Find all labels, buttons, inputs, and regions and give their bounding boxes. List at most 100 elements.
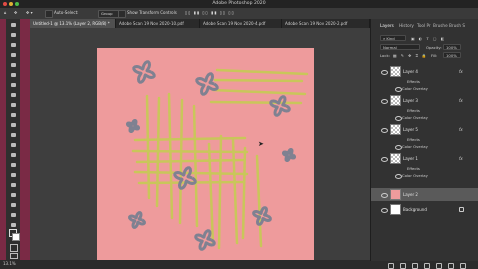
eye-icon[interactable] <box>381 99 388 104</box>
eye-icon[interactable] <box>395 116 402 121</box>
fx-icon[interactable]: fx <box>459 98 463 103</box>
eye-icon[interactable] <box>381 193 388 198</box>
new-group-icon[interactable] <box>436 263 442 269</box>
move-tool-icon[interactable]: ✥ <box>14 10 17 15</box>
layer-name: Layer 1 <box>403 156 418 161</box>
lasso-tool-icon[interactable] <box>8 42 18 48</box>
stroke-line <box>231 138 239 245</box>
squiggle-shape <box>194 229 216 251</box>
auto-select-dropdown[interactable]: Group <box>98 10 120 18</box>
dodge-tool-icon[interactable] <box>8 162 18 168</box>
type-tool-icon[interactable] <box>8 182 18 188</box>
fx-icon[interactable]: fx <box>459 156 463 161</box>
stroke-line <box>155 96 161 208</box>
delete-layer-icon[interactable] <box>460 263 466 269</box>
minimize-window-button[interactable] <box>9 1 13 6</box>
tab-brushes[interactable]: Brushe <box>433 23 448 28</box>
fx-icon[interactable]: fx <box>459 127 463 132</box>
eraser-tool-icon[interactable] <box>8 132 18 138</box>
layer-thumbnail <box>390 153 401 164</box>
tab-tool-presets[interactable]: Tool Pr <box>417 23 431 28</box>
effect-color-overlay: Color Overlay <box>402 144 428 149</box>
document-canvas[interactable] <box>97 48 314 265</box>
fill-input[interactable]: 100% <box>443 52 461 58</box>
layer-filter-dropdown[interactable]: ⌕ Kind <box>380 35 406 41</box>
layer-row-layer-1[interactable]: Layer 1 fx <box>371 152 478 165</box>
background-color-swatch[interactable] <box>12 233 20 241</box>
layer-row-layer-5[interactable]: Layer 5 fx <box>371 123 478 136</box>
zoom-tool-icon[interactable] <box>8 222 18 228</box>
move-tool-preset-icon[interactable]: ✥ ▾ <box>26 10 33 15</box>
squiggle-shape <box>282 148 296 162</box>
quick-select-tool-icon[interactable] <box>8 52 18 58</box>
blend-mode-dropdown[interactable]: Normal <box>380 44 420 50</box>
layer-row-layer-3[interactable]: Layer 3 fx <box>371 94 478 107</box>
zoom-level[interactable]: 13.1% <box>3 261 16 266</box>
stroke-line <box>215 68 309 76</box>
shape-tool-icon[interactable] <box>8 202 18 208</box>
gradient-tool-icon[interactable] <box>8 142 18 148</box>
zoom-window-button[interactable] <box>15 1 19 6</box>
pen-tool-icon[interactable] <box>8 172 18 178</box>
lock-icon[interactable] <box>459 207 464 212</box>
blur-tool-icon[interactable] <box>8 152 18 158</box>
layer-row-background[interactable]: Background <box>371 203 478 216</box>
lock-icons[interactable]: ▦ ✎ ✥ ⌗ 🔒 <box>393 53 428 58</box>
eye-icon[interactable] <box>381 157 388 162</box>
quick-mask-icon[interactable] <box>10 244 18 252</box>
eyedropper-tool-icon[interactable] <box>8 82 18 88</box>
layer-mask-icon[interactable] <box>412 263 418 269</box>
filter-icons[interactable]: ▣ ◐ T ▢ ◧ <box>411 36 446 41</box>
eye-icon[interactable] <box>395 87 402 92</box>
brush-tool-icon[interactable] <box>8 102 18 108</box>
hand-tool-icon[interactable] <box>8 212 18 218</box>
eye-icon[interactable] <box>381 128 388 133</box>
tab-untitled-1[interactable]: Untitled-1 @ 13.1% (Layer 2, RGB/8) * <box>30 19 116 28</box>
screen-mode-icon[interactable] <box>10 253 18 259</box>
eye-icon[interactable] <box>395 145 402 150</box>
eye-icon[interactable] <box>381 208 388 213</box>
eye-icon[interactable] <box>395 174 402 179</box>
stroke-line <box>255 154 263 248</box>
tab-adobe-scan-2[interactable]: Adobe Scan 19 Nov 2020-2.pdf <box>282 19 370 28</box>
history-brush-tool-icon[interactable] <box>8 122 18 128</box>
opacity-input[interactable]: 100% <box>443 44 461 50</box>
effects-label: Effects <box>407 79 420 84</box>
stroke-line <box>135 158 245 164</box>
app-title: Adobe Photoshop 2020 <box>212 1 266 6</box>
tab-adobe-scan-10[interactable]: Adobe Scan 19 Nov 2020-10.pdf <box>116 19 200 28</box>
home-icon[interactable]: ⌂ <box>4 10 7 15</box>
stroke-line <box>241 146 247 240</box>
layer-name: Layer 5 <box>403 127 418 132</box>
fx-icon[interactable]: fx <box>459 69 463 74</box>
healing-brush-tool-icon[interactable] <box>8 92 18 98</box>
layer-row-layer-4[interactable]: Layer 4 fx <box>371 65 478 78</box>
show-transform-checkbox[interactable] <box>118 10 126 18</box>
adjustment-layer-icon[interactable] <box>424 263 430 269</box>
tab-layers[interactable]: Layers <box>380 23 394 28</box>
auto-select-checkbox[interactable] <box>45 10 53 18</box>
app-title-bar: Adobe Photoshop 2020 <box>0 0 478 8</box>
stroke-line <box>178 98 184 225</box>
clone-stamp-tool-icon[interactable] <box>8 112 18 118</box>
new-layer-icon[interactable] <box>448 263 454 269</box>
eye-icon[interactable] <box>381 70 388 75</box>
path-select-tool-icon[interactable] <box>8 192 18 198</box>
tab-brush-settings[interactable]: Brush S <box>449 23 465 28</box>
tab-adobe-scan-4[interactable]: Adobe Scan 19 Nov 2020-4.pdf <box>200 19 282 28</box>
marquee-tool-icon[interactable] <box>8 32 18 38</box>
stroke-line <box>213 78 304 83</box>
link-layers-icon[interactable] <box>388 263 394 269</box>
layer-style-icon[interactable] <box>400 263 406 269</box>
effects-label: Effects <box>407 166 420 171</box>
frame-tool-icon[interactable] <box>8 72 18 78</box>
tab-history[interactable]: History <box>399 23 414 28</box>
mouse-cursor-icon: ➤ <box>258 140 264 148</box>
crop-tool-icon[interactable] <box>8 62 18 68</box>
effect-color-overlay: Color Overlay <box>402 115 428 120</box>
close-window-button[interactable] <box>3 1 7 6</box>
opacity-label: Opacity: <box>426 45 442 50</box>
layer-row-layer-2[interactable]: Layer 2 <box>371 188 478 201</box>
align-icons[interactable]: ▯▯ ▮▮ ▯▯ ▮▮ ▯▯ ▯▯ <box>185 10 235 15</box>
move-tool-icon[interactable] <box>8 22 18 28</box>
